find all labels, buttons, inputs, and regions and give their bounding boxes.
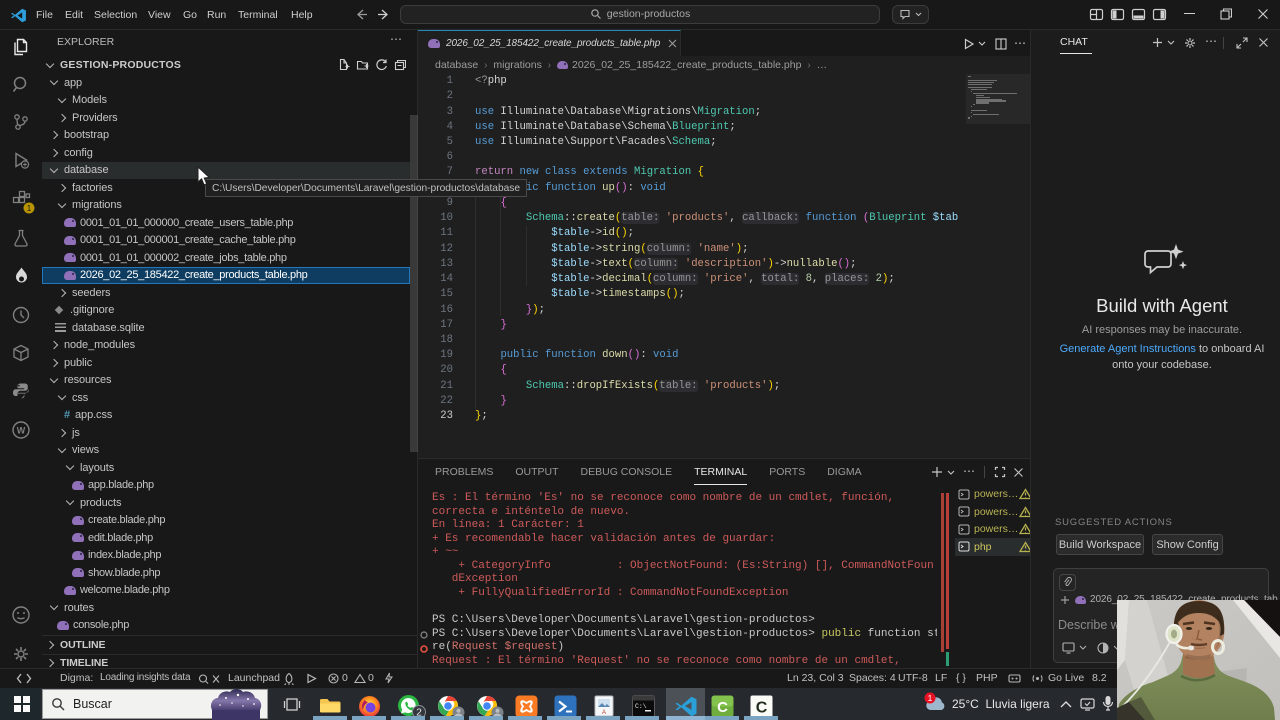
svg-text:1: 1 [928, 693, 933, 703]
svg-text:C: C [756, 700, 768, 717]
svg-text:W: W [17, 426, 26, 436]
svg-text:C: C [717, 699, 728, 716]
svg-text:C:\: C:\ [635, 703, 647, 710]
svg-text:1: 1 [27, 204, 32, 213]
